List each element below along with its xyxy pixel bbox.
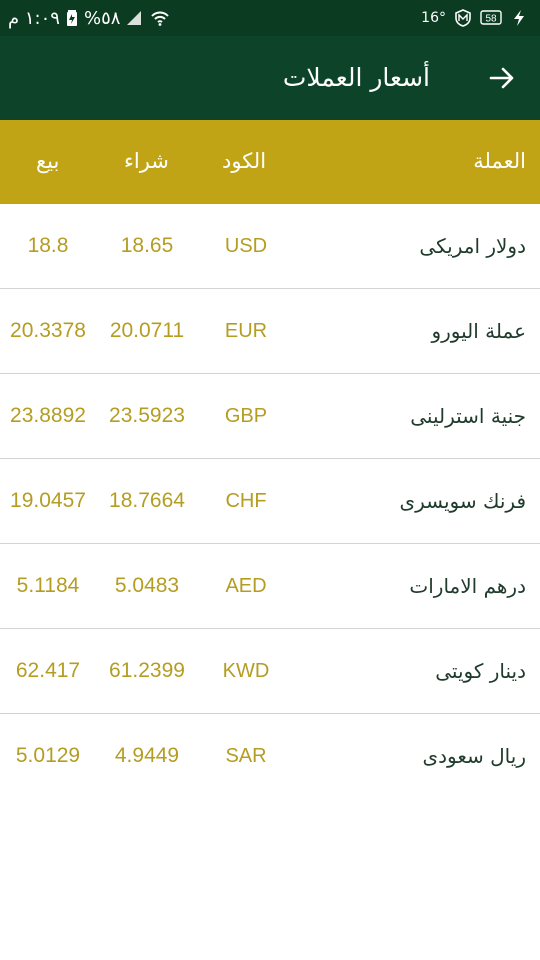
flash-icon (512, 9, 526, 27)
currency-row[interactable]: درهم الامارات AED 5.0483 5.1184 (0, 544, 540, 629)
sell-price: 19.0457 (10, 489, 86, 512)
buy-price: 20.0711 (109, 319, 185, 342)
currency-row[interactable]: فرنك سويسرى CHF 18.7664 19.0457 (0, 459, 540, 544)
currency-name: دينار كويتى (435, 659, 526, 683)
currency-code: EUR (224, 320, 268, 342)
sell-price: 20.3378 (10, 319, 86, 342)
sell-price: 23.8892 (10, 404, 86, 427)
status-bar: ١:٠٩ م %٥٨ 16° 58 (0, 0, 540, 36)
buy-price: 61.2399 (109, 659, 185, 682)
sell-price: 18.8 (27, 234, 69, 257)
temperature: 16° (421, 10, 446, 26)
currency-list: دولار امريكى USD 18.65 18.8 عملة اليورو … (0, 204, 540, 799)
currency-row[interactable]: دينار كويتى KWD 61.2399 62.417 (0, 629, 540, 714)
buy-price: 23.5923 (109, 404, 185, 427)
buy-price: 5.0483 (114, 574, 180, 597)
currency-name: ريال سعودى (422, 744, 526, 768)
buy-price: 18.7664 (109, 489, 185, 512)
header-sell: بيع (36, 149, 60, 173)
currency-name: درهم الامارات (409, 574, 526, 598)
message-icon: 58 (480, 10, 504, 26)
currency-name: فرنك سويسرى (399, 489, 526, 513)
currency-row[interactable]: ريال سعودى SAR 4.9449 5.0129 (0, 714, 540, 799)
currency-code: CHF (225, 490, 267, 512)
battery-charging-icon (66, 9, 78, 27)
currency-code: USD (224, 235, 268, 257)
buy-price: 18.65 (120, 234, 174, 257)
notification-count: 58 (485, 14, 497, 25)
currency-row[interactable]: دولار امريكى USD 18.65 18.8 (0, 204, 540, 289)
sell-price: 5.0129 (15, 744, 81, 767)
currency-name: عملة اليورو (431, 319, 526, 343)
sell-price: 62.417 (15, 659, 81, 682)
app-bar: أسعار العملات (0, 36, 540, 120)
wifi-icon (150, 10, 170, 26)
shield-icon (454, 9, 472, 27)
battery-percent: %٥٨ (83, 7, 121, 29)
table-header: العملة الكود شراء بيع (0, 120, 540, 204)
currency-name: دولار امريكى (419, 234, 526, 258)
header-buy: شراء (124, 149, 169, 173)
currency-code: GBP (224, 405, 268, 427)
currency-code: KWD (222, 660, 270, 682)
status-bar-right: 16° 58 (421, 6, 526, 30)
header-code: الكود (222, 149, 267, 173)
buy-price: 4.9449 (114, 744, 180, 767)
back-button[interactable] (484, 60, 520, 96)
sell-price: 5.1184 (16, 574, 80, 597)
currency-code: SAR (225, 745, 267, 767)
arrow-back-icon (489, 67, 514, 89)
currency-name: جنية استرلينى (410, 404, 526, 428)
currency-code: AED (225, 575, 267, 597)
currency-row[interactable]: جنية استرلينى GBP 23.5923 23.8892 (0, 374, 540, 459)
page-title: أسعار العملات (282, 63, 430, 92)
status-bar-left: ١:٠٩ م %٥٨ (8, 6, 170, 30)
header-currency: العملة (473, 149, 526, 173)
clock: ١:٠٩ م (8, 7, 60, 29)
currency-row[interactable]: عملة اليورو EUR 20.0711 20.3378 (0, 289, 540, 374)
signal-icon (126, 10, 144, 26)
